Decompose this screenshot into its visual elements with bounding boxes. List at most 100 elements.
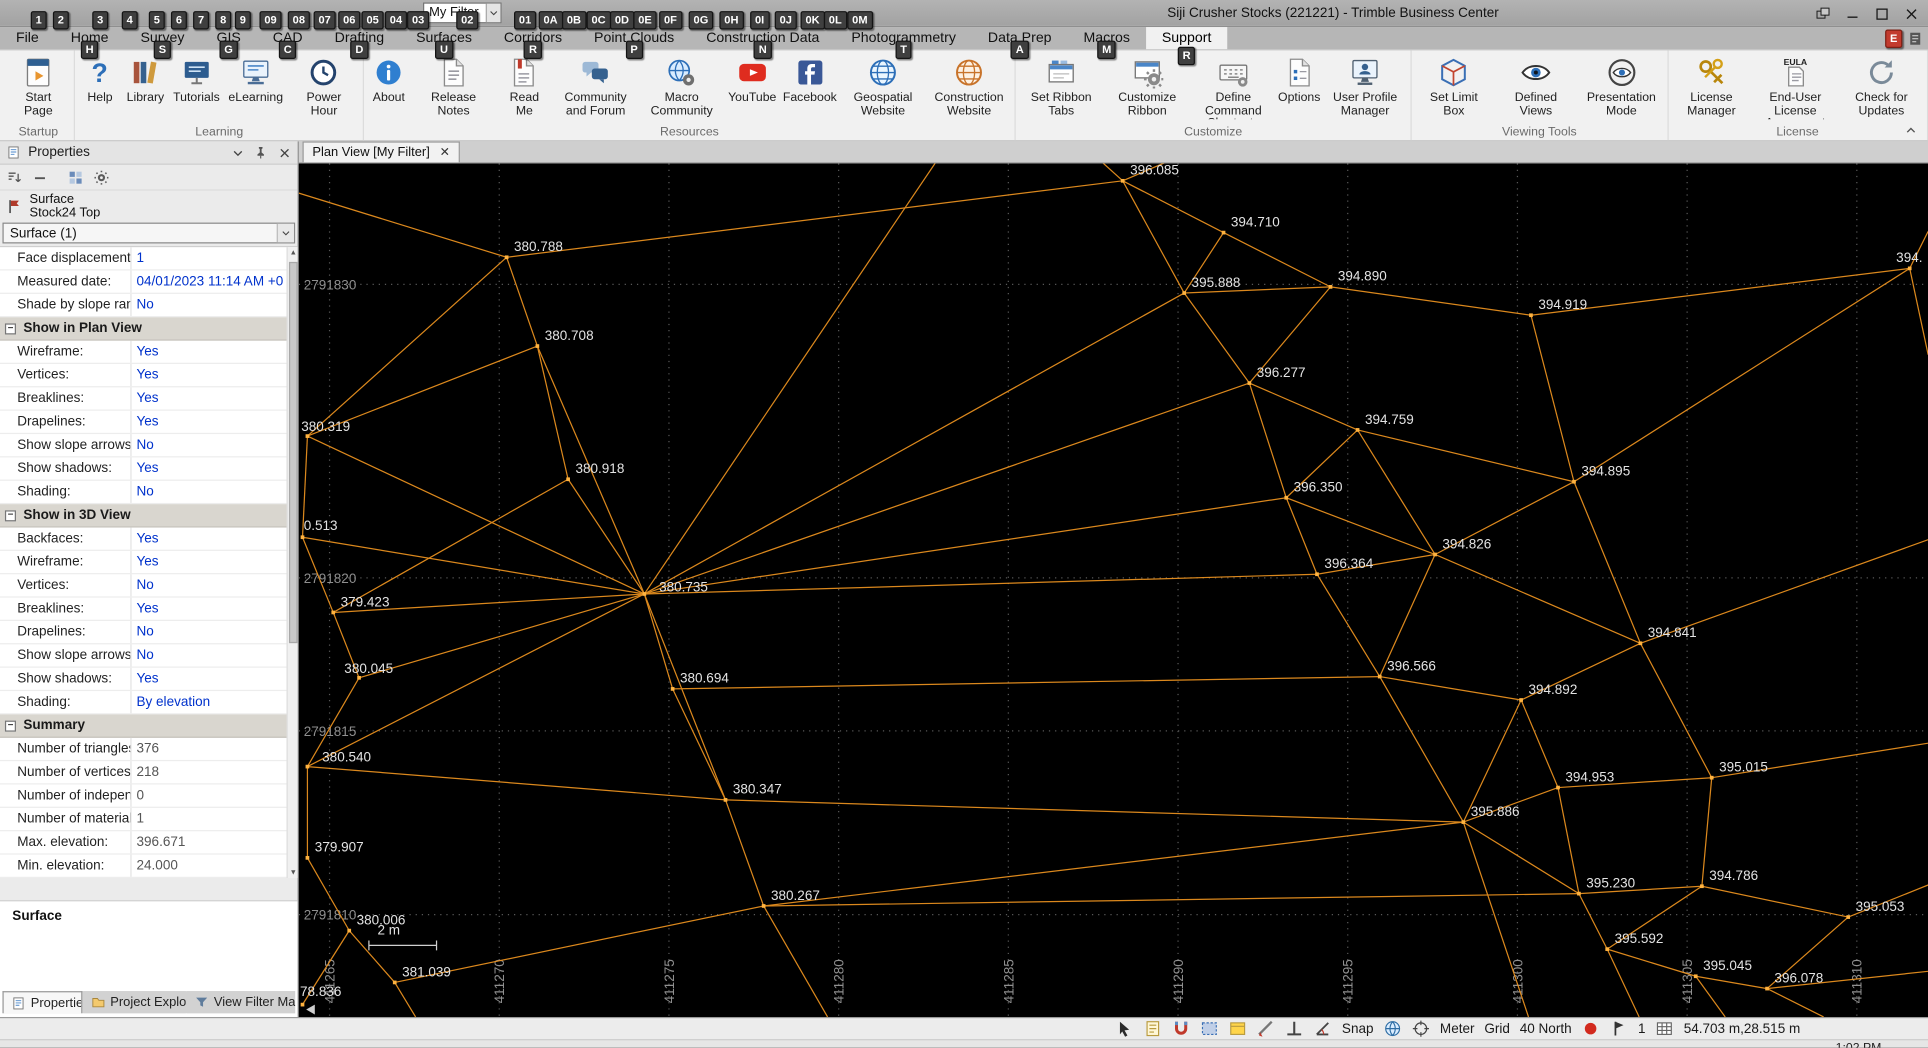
angle-snap-icon[interactable] (1314, 1019, 1332, 1037)
macro-community-button[interactable]: Macro Community (639, 52, 725, 123)
community-and-forum-button[interactable]: Community and Forum (553, 52, 639, 123)
gear-icon[interactable] (92, 168, 109, 185)
property-value[interactable]: 04/01/2023 11:14 AM +0 (130, 270, 286, 293)
property-value[interactable]: No (130, 644, 286, 667)
cursor-coordinates[interactable]: 54.703 m,28.515 m (1684, 1021, 1801, 1036)
define-command-shortcuts-button[interactable]: Define Command Shortcuts (1190, 52, 1276, 123)
tutorials-button[interactable]: Tutorials (169, 52, 224, 123)
collapse-section-icon[interactable]: − (4, 510, 16, 521)
read-me-button[interactable]: Read Me (496, 52, 552, 123)
layer-icon[interactable] (1229, 1019, 1247, 1037)
ribbon-tab-survey[interactable]: Survey S (124, 27, 200, 60)
geospatial-website-button[interactable]: Geospatial Website (840, 52, 926, 123)
plan-view-canvas[interactable]: 2791830 2791820 2791815 2791810 411265 411270… (298, 163, 1928, 1017)
pin-icon[interactable] (252, 144, 269, 161)
window-select-icon[interactable] (1201, 1019, 1219, 1037)
property-value[interactable]: Yes (130, 363, 286, 387)
property-value[interactable]: Yes (130, 550, 286, 574)
panel-tab-properties[interactable]: Properties (2, 991, 82, 1014)
property-value[interactable]: Yes (130, 387, 286, 410)
sort-descending-icon[interactable] (5, 168, 22, 185)
property-value[interactable]: Yes (130, 340, 286, 363)
about-button[interactable]: About (367, 52, 411, 123)
close-icon[interactable] (275, 144, 292, 161)
grid-toggle[interactable]: Grid (1484, 1021, 1510, 1036)
presentation-mode-button[interactable]: Presentation Mode (1578, 52, 1664, 123)
construction-website-button[interactable]: Construction Website (926, 52, 1012, 123)
scroll-down-icon[interactable]: ▼ (288, 867, 299, 878)
set-limit-box-button[interactable]: Set Limit Box (1414, 52, 1493, 123)
ribbon-tab-drafting[interactable]: Drafting D (319, 27, 401, 60)
property-value[interactable]: By elevation (130, 691, 286, 714)
collapse-sections-icon[interactable] (31, 168, 48, 185)
chevron-down-icon[interactable] (276, 223, 294, 243)
section-show-in-plan-view[interactable]: − Show in Plan View (0, 317, 287, 341)
snap-magnet-icon[interactable] (1172, 1019, 1190, 1037)
elearning-button[interactable]: eLearning (224, 52, 287, 123)
scroll-up-icon[interactable]: ▲ (288, 247, 299, 258)
globe-icon[interactable] (1383, 1019, 1401, 1037)
scale-value[interactable]: 1 (1638, 1021, 1646, 1036)
units-meter[interactable]: Meter (1440, 1021, 1475, 1036)
snap-toggle[interactable]: Snap (1342, 1021, 1374, 1036)
ribbon-tab-corridors[interactable]: Corridors R (488, 27, 578, 60)
property-grid-scrollbar[interactable]: ▲ ▼ (286, 247, 299, 878)
crosshair-icon[interactable] (1412, 1019, 1430, 1037)
check-for-updates-button[interactable]: Check for Updates (1838, 52, 1924, 123)
categorize-icon[interactable] (66, 168, 83, 185)
sheet-icon[interactable] (1144, 1019, 1162, 1037)
defined-views-button[interactable]: Defined Views (1493, 52, 1578, 123)
record-dot-icon[interactable] (1581, 1019, 1599, 1037)
facebook-button[interactable]: Facebook (780, 52, 840, 123)
minimize-button[interactable] (1837, 1, 1867, 26)
ribbon-tab-point-clouds[interactable]: Point Clouds P (578, 27, 690, 60)
end-user-license-agreement-button[interactable]: EULA End-User License Agreement (1752, 52, 1838, 123)
help-button[interactable]: ? Help (78, 52, 122, 123)
start-page-button[interactable]: Start Page (5, 52, 72, 123)
collapse-section-icon[interactable]: − (4, 719, 16, 732)
scrollbar-thumb[interactable] (288, 261, 298, 644)
ribbon-tab-construction-data[interactable]: Construction Data N (690, 27, 835, 60)
license-manager-button[interactable]: License Manager (1671, 52, 1753, 123)
ribbon-tab-macros[interactable]: Macros M (1068, 27, 1146, 60)
close-tab-icon[interactable]: ✕ (440, 146, 450, 160)
ribbon-tab-surfaces[interactable]: Surfaces U (400, 27, 488, 60)
panel-tab-project-explorer[interactable]: Project Explorer (83, 991, 186, 1014)
tab-plan-view[interactable]: Plan View [My Filter] ✕ (302, 141, 460, 163)
perpendicular-snap-icon[interactable] (1285, 1019, 1303, 1037)
power-hour-button[interactable]: Power Hour (287, 52, 360, 123)
ribbon-tab-photogrammetry[interactable]: Photogrammetry T (835, 27, 972, 60)
collapse-section-icon[interactable]: − (4, 323, 16, 334)
section-summary[interactable]: − Summary (0, 714, 287, 738)
feedback-icon[interactable] (1906, 30, 1923, 47)
chevron-down-icon[interactable] (229, 144, 246, 161)
ribbon-tab-support[interactable]: Support R (1145, 27, 1228, 66)
property-value[interactable]: Yes (130, 410, 286, 433)
property-value[interactable]: No (130, 434, 286, 457)
section-show-in-3d-view[interactable]: − Show in 3D View (0, 504, 287, 528)
measure-icon[interactable] (1257, 1019, 1275, 1037)
youtube-button[interactable]: YouTube (725, 52, 780, 123)
property-value[interactable]: Yes (130, 457, 286, 480)
close-button[interactable] (1896, 1, 1926, 26)
options-button[interactable]: Options (1276, 52, 1322, 123)
ribbon-tab-data-prep[interactable]: Data Prep A (972, 27, 1068, 60)
property-value[interactable]: No (130, 480, 286, 503)
panel-tab-view-filter-man[interactable]: View Filter Man... (186, 991, 296, 1014)
set-ribbon-tabs-button[interactable]: Set Ribbon Tabs (1018, 52, 1104, 123)
property-value[interactable]: No (130, 293, 286, 317)
ribbon-tab-cad[interactable]: CAD C (257, 27, 319, 60)
property-value[interactable]: No (130, 620, 286, 644)
release-notes-button[interactable]: Release Notes (411, 52, 496, 123)
user-profile-manager-button[interactable]: User Profile Manager (1322, 52, 1408, 123)
library-button[interactable]: Library (122, 52, 169, 123)
maximize-button[interactable] (1867, 1, 1897, 26)
marker-flag-icon[interactable] (1610, 1019, 1628, 1037)
property-value[interactable]: No (130, 574, 286, 597)
property-value[interactable]: Yes (130, 597, 286, 620)
dock-window-button[interactable] (1808, 1, 1838, 26)
ribbon-tab-home[interactable]: Home H (55, 27, 125, 60)
collapse-ribbon-icon[interactable] (1901, 122, 1921, 139)
cursor-select-icon[interactable] (1116, 1019, 1134, 1037)
ribbon-tab-file[interactable]: File (0, 27, 55, 49)
